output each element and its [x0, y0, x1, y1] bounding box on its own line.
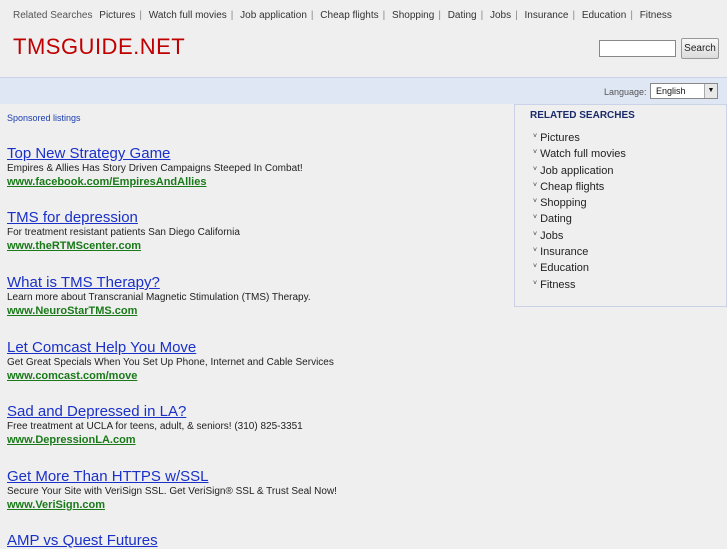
- top-link-shopping[interactable]: Shopping: [392, 10, 434, 21]
- listing-title[interactable]: Let Comcast Help You Move: [7, 339, 334, 356]
- listing-url[interactable]: www.DepressionLA.com: [7, 433, 303, 447]
- listing-url[interactable]: www.facebook.com/EmpiresAndAllies: [7, 175, 303, 189]
- top-link-pictures[interactable]: Pictures: [99, 10, 135, 21]
- language-label: Language:: [604, 87, 647, 97]
- related-item-watch-full-movies[interactable]: ˅ Watch full movies: [533, 145, 626, 161]
- top-link-dating[interactable]: Dating: [448, 10, 477, 21]
- top-link-education[interactable]: Education: [582, 10, 626, 21]
- listing-url[interactable]: www.VeriSign.com: [7, 498, 337, 512]
- listing-description: Secure Your Site with VeriSign SSL. Get …: [7, 486, 337, 497]
- bullet-icon: ˅: [533, 149, 538, 157]
- top-link-watch-full-movies[interactable]: Watch full movies: [149, 10, 227, 21]
- language-select[interactable]: English ▼: [650, 83, 718, 99]
- search-input[interactable]: [599, 40, 676, 57]
- bullet-icon: ˅: [533, 230, 538, 238]
- listing-title[interactable]: TMS for depression: [7, 209, 240, 226]
- sponsored-listings-label: Sponsored listings: [7, 113, 81, 123]
- related-searches-panel: RELATED SEARCHES ˅ Pictures ˅ Watch full m…: [514, 104, 727, 307]
- listing: AMP vs Quest Futures: [7, 532, 158, 549]
- listing: Sad and Depressed in LA? Free treatment …: [7, 403, 303, 447]
- listing-url[interactable]: www.NeuroStarTMS.com: [7, 304, 311, 318]
- listing-title[interactable]: What is TMS Therapy?: [7, 274, 311, 291]
- bullet-icon: ˅: [533, 165, 538, 173]
- bullet-icon: ˅: [533, 181, 538, 189]
- related-item-pictures[interactable]: ˅ Pictures: [533, 129, 626, 145]
- related-searches-title: RELATED SEARCHES: [530, 110, 635, 121]
- site-logo[interactable]: TMSGUIDE.NET: [13, 34, 185, 60]
- top-link-job-application[interactable]: Job application: [240, 10, 307, 21]
- bullet-icon: ˅: [533, 279, 538, 287]
- listing-description: Get Great Specials When You Set Up Phone…: [7, 357, 334, 368]
- related-item-shopping[interactable]: ˅ Shopping: [533, 194, 626, 210]
- chevron-down-icon[interactable]: ▼: [704, 84, 717, 98]
- top-related-searches-bar: Related Searches Pictures | Watch full mo…: [13, 10, 672, 21]
- language-selected-value: English: [656, 86, 686, 96]
- listing-url[interactable]: www.comcast.com/move: [7, 369, 334, 383]
- listing-title[interactable]: Sad and Depressed in LA?: [7, 403, 303, 420]
- related-item-job-application[interactable]: ˅ Job application: [533, 162, 626, 178]
- listing-description: Free treatment at UCLA for teens, adult,…: [7, 421, 303, 432]
- search-button[interactable]: Search: [681, 38, 719, 59]
- listing-description: Empires & Allies Has Story Driven Campai…: [7, 163, 303, 174]
- listing-title[interactable]: AMP vs Quest Futures: [7, 532, 158, 549]
- bullet-icon: ˅: [533, 198, 538, 206]
- related-searches-list: ˅ Pictures ˅ Watch full movies ˅ Job applic…: [533, 129, 626, 292]
- top-related-searches-label: Related Searches: [13, 10, 93, 21]
- listing: Let Comcast Help You Move Get Great Spec…: [7, 339, 334, 383]
- listing: Top New Strategy Game Empires & Allies H…: [7, 145, 303, 189]
- listing: TMS for depression For treatment resista…: [7, 209, 240, 253]
- related-item-insurance[interactable]: ˅ Insurance: [533, 243, 626, 259]
- listing: Get More Than HTTPS w/SSL Secure Your Si…: [7, 468, 337, 512]
- listing-title[interactable]: Top New Strategy Game: [7, 145, 303, 162]
- listing-title[interactable]: Get More Than HTTPS w/SSL: [7, 468, 337, 485]
- bullet-icon: ˅: [533, 133, 538, 140]
- listing-url[interactable]: www.theRTMScenter.com: [7, 239, 240, 253]
- related-item-dating[interactable]: ˅ Dating: [533, 210, 626, 226]
- bullet-icon: ˅: [533, 247, 538, 255]
- top-link-insurance[interactable]: Insurance: [525, 10, 569, 21]
- top-link-jobs[interactable]: Jobs: [490, 10, 511, 21]
- top-link-fitness[interactable]: Fitness: [640, 10, 672, 21]
- listing-description: Learn more about Transcranial Magnetic S…: [7, 292, 311, 303]
- bullet-icon: ˅: [533, 263, 538, 271]
- related-item-jobs[interactable]: ˅ Jobs: [533, 227, 626, 243]
- top-link-cheap-flights[interactable]: Cheap flights: [320, 10, 378, 21]
- bullet-icon: ˅: [533, 214, 538, 222]
- related-item-fitness[interactable]: ˅ Fitness: [533, 276, 626, 292]
- listing: What is TMS Therapy? Learn more about Tr…: [7, 274, 311, 318]
- listing-description: For treatment resistant patients San Die…: [7, 227, 240, 238]
- related-item-education[interactable]: ˅ Education: [533, 259, 626, 275]
- related-item-cheap-flights[interactable]: ˅ Cheap flights: [533, 178, 626, 194]
